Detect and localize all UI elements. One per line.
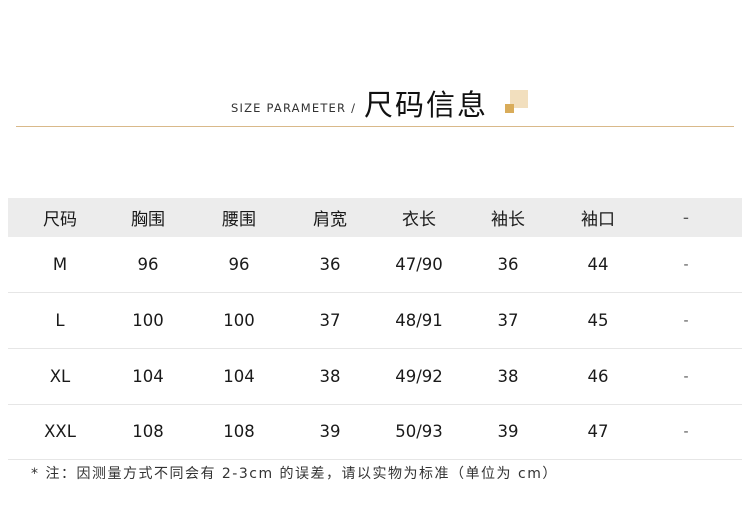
page-title: 尺码信息 [364,88,489,122]
table-row: XXL 108 108 39 50/93 39 47 - [8,404,742,460]
column-header-shoulder: 肩宽 [313,210,347,230]
table-cell-length: 47/90 [395,255,443,274]
table-cell-sleeve-length: 37 [497,311,519,330]
table-cell-cuff: 46 [587,367,609,386]
table-cell-waist: 100 [223,311,255,330]
table-cell-cuff: 47 [587,422,609,441]
column-header-length: 衣长 [402,210,436,230]
table-cell-size: M [52,255,68,274]
table-row: XL 104 104 38 49/92 38 46 - [8,349,742,405]
header-divider [16,126,734,127]
table-cell-chest: 96 [137,255,159,274]
page-header: SIZE PARAMETER / 尺码信息 [0,0,750,130]
size-parameter-subtitle: SIZE PARAMETER / [231,101,357,115]
table-cell-sleeve-length: 39 [497,422,519,441]
table-cell-extra: - [683,368,689,385]
table-cell-shoulder: 39 [319,422,341,441]
table-cell-size: XXL [44,422,76,441]
table-cell-length: 48/91 [395,311,443,330]
table-cell-cuff: 45 [587,311,609,330]
column-header-extra: - [682,207,690,228]
table-cell-shoulder: 36 [319,255,341,274]
table-cell-extra: - [683,256,689,273]
column-header-sleeve-length: 袖长 [491,210,525,230]
column-header-waist: 腰围 [222,210,256,230]
table-cell-chest: 100 [132,311,164,330]
decor-square-dark [505,104,514,113]
table-cell-chest: 108 [132,422,164,441]
column-header-cuff: 袖口 [581,210,615,230]
table-cell-sleeve-length: 38 [497,367,519,386]
table-cell-chest: 104 [132,367,164,386]
table-cell-waist: 104 [223,367,255,386]
table-cell-waist: 108 [223,422,255,441]
table-cell-extra: - [683,423,689,440]
table-cell-waist: 96 [228,255,250,274]
table-cell-extra: - [683,312,689,329]
column-header-size: 尺码 [43,210,77,230]
measurement-note: * 注：因测量方式不同会有 2-3cm 的误差，请以实物为标准（单位为 cm） [31,466,558,482]
table-cell-shoulder: 38 [319,367,341,386]
column-header-chest: 胸围 [131,210,165,230]
table-cell-size: XL [49,367,71,386]
table-cell-shoulder: 37 [319,311,341,330]
table-cell-length: 50/93 [395,422,443,441]
table-cell-sleeve-length: 36 [497,255,519,274]
table-header-row: 尺码 胸围 腰围 肩宽 衣长 袖长 袖口 - [8,198,742,237]
table-row: M 96 96 36 47/90 36 44 - [8,237,742,293]
table-row: L 100 100 37 48/91 37 45 - [8,293,742,349]
table-cell-size: L [55,311,65,330]
table-cell-cuff: 44 [587,255,609,274]
table-cell-length: 49/92 [395,367,443,386]
